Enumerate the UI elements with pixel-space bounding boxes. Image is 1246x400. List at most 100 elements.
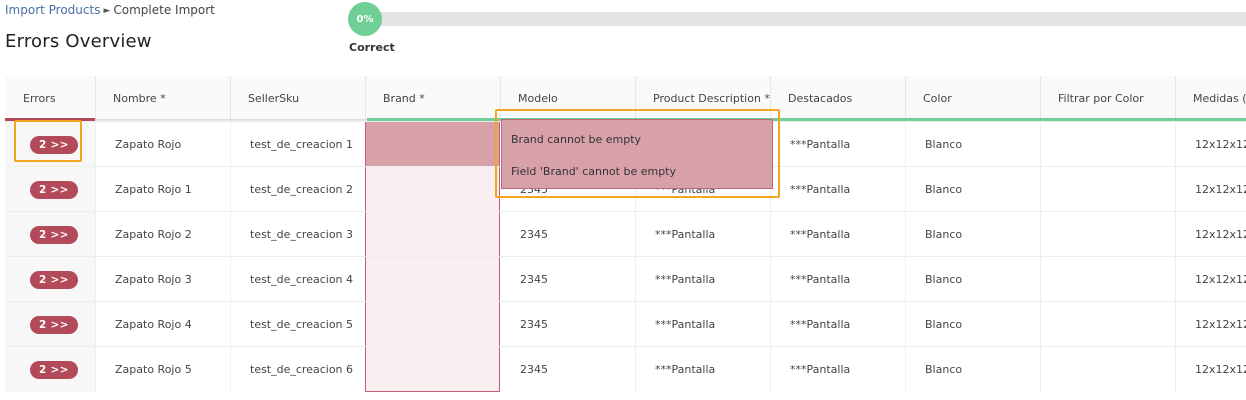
error-count-badge[interactable]: 2 >> — [30, 135, 78, 154]
header-brand[interactable]: Brand * — [365, 76, 500, 121]
header-filtrar-por-color[interactable]: Filtrar por Color — [1040, 76, 1175, 121]
cell-medidas: 12x12x12 — [1195, 363, 1246, 376]
brand-cell-error[interactable] — [365, 212, 500, 257]
column-divider — [1040, 302, 1041, 347]
error-count-badge[interactable]: 2 >> — [30, 270, 78, 289]
column-divider — [1175, 347, 1176, 392]
cell-filtrar — [1040, 257, 1175, 302]
column-divider — [770, 76, 771, 121]
breadcrumb-current: Complete Import — [113, 3, 215, 17]
table-row: 2 >> Zapato Rojo 5 test_de_creacion 6 2345 *… — [5, 346, 1246, 392]
errors-cell: 2 >> — [5, 122, 95, 167]
cell-color: Blanco — [925, 318, 963, 331]
header-sellersku[interactable]: SellerSku — [230, 76, 365, 121]
cell-nombre: Zapato Rojo 4 — [115, 318, 192, 331]
column-divider — [1040, 76, 1041, 121]
column-divider — [1175, 167, 1176, 212]
column-divider — [635, 302, 636, 347]
breadcrumb: Import Products ► Complete Import — [5, 3, 215, 17]
header-modelo[interactable]: Modelo — [500, 76, 635, 121]
error-count-badge[interactable]: 2 >> — [30, 225, 78, 244]
cell-nombre: Zapato Rojo 2 — [115, 228, 192, 241]
cell-nombre: Zapato Rojo 5 — [115, 363, 192, 376]
error-count-badge[interactable]: 2 >> — [30, 360, 78, 379]
column-divider — [905, 257, 906, 302]
cell-destacados: ***Pantalla — [790, 273, 851, 286]
progress-label: Correct — [349, 41, 395, 54]
cell-filtrar — [1040, 212, 1175, 257]
cell-destacados: ***Pantalla — [790, 138, 851, 151]
error-count-badge[interactable]: 2 >> — [30, 315, 78, 334]
cell-medidas: 12x12x12 — [1195, 183, 1246, 196]
cell-sellersku: test_de_creacion 4 — [250, 273, 354, 286]
error-count-badge[interactable]: 2 >> — [30, 180, 78, 199]
brand-cell-error[interactable] — [365, 167, 500, 212]
breadcrumb-separator-icon: ► — [103, 6, 111, 16]
column-divider — [95, 76, 96, 121]
cell-medidas: 12x12x12 — [1195, 138, 1246, 151]
column-divider — [905, 347, 906, 392]
column-divider — [95, 122, 96, 167]
column-divider — [770, 302, 771, 347]
breadcrumb-import-products-link[interactable]: Import Products — [5, 3, 100, 17]
column-divider — [905, 122, 906, 167]
table-row: 2 >> Zapato Rojo 3 test_de_creacion 4 2345 *… — [5, 256, 1246, 302]
cell-medidas: 12x12x12 — [1195, 273, 1246, 286]
column-divider — [95, 167, 96, 212]
cell-color: Blanco — [925, 138, 963, 151]
cell-sellersku: test_de_creacion 6 — [250, 363, 354, 376]
cell-sellersku: test_de_creacion 2 — [250, 183, 354, 196]
cell-sellersku: test_de_creacion 3 — [250, 228, 354, 241]
progress-percent-badge: 0% — [348, 2, 382, 36]
column-divider — [230, 122, 231, 167]
brand-cell-error[interactable] — [365, 302, 500, 347]
cell-sellersku: test_de_creacion 5 — [250, 318, 354, 331]
column-divider — [770, 347, 771, 392]
cell-modelo: 2345 — [520, 318, 548, 331]
header-nombre[interactable]: Nombre * — [95, 76, 230, 121]
cell-filtrar — [1040, 302, 1175, 347]
cell-color: Blanco — [925, 228, 963, 241]
column-divider — [1175, 257, 1176, 302]
brand-cell-error[interactable] — [365, 122, 500, 167]
cell-color: Blanco — [925, 363, 963, 376]
header-errors[interactable]: Errors — [5, 76, 95, 121]
table-row: 2 >> Zapato Rojo 2 test_de_creacion 3 2345 *… — [5, 211, 1246, 257]
cell-destacados: ***Pantalla — [790, 318, 851, 331]
header-medidas[interactable]: Medidas (L — [1175, 76, 1246, 121]
errors-cell: 2 >> — [5, 302, 95, 347]
column-divider — [905, 167, 906, 212]
cell-sellersku: test_de_creacion 1 — [250, 138, 354, 151]
tooltip-message: Brand cannot be empty — [511, 133, 642, 146]
table-row: 2 >> Zapato Rojo 4 test_de_creacion 5 2345 *… — [5, 301, 1246, 347]
column-divider — [1175, 212, 1176, 257]
cell-destacados: ***Pantalla — [790, 228, 851, 241]
cell-description: ***Pantalla — [655, 318, 716, 331]
tooltip-message: Field 'Brand' cannot be empty — [511, 165, 676, 178]
cell-modelo: 2345 — [520, 273, 548, 286]
column-divider — [500, 76, 501, 121]
column-divider — [230, 302, 231, 347]
brand-cell-error[interactable] — [365, 347, 500, 392]
import-errors-page: Import Products ► Complete Import Errors O… — [0, 0, 1246, 400]
column-divider — [635, 212, 636, 257]
column-divider — [1040, 347, 1041, 392]
cell-destacados: ***Pantalla — [790, 363, 851, 376]
cell-filtrar — [1040, 122, 1175, 167]
cell-color: Blanco — [925, 273, 963, 286]
column-divider — [1175, 76, 1176, 121]
header-product-description[interactable]: Product Description * — [635, 76, 770, 121]
column-divider — [770, 257, 771, 302]
header-color[interactable]: Color — [905, 76, 1040, 121]
column-divider — [905, 76, 906, 121]
brand-cell-error[interactable] — [365, 257, 500, 302]
errors-cell: 2 >> — [5, 167, 95, 212]
error-tooltip: Brand cannot be empty Field 'Brand' cann… — [501, 119, 773, 189]
column-divider — [905, 302, 906, 347]
cell-modelo: 2345 — [520, 363, 548, 376]
header-destacados[interactable]: Destacados — [770, 76, 905, 121]
column-divider — [635, 76, 636, 121]
cell-description: ***Pantalla — [655, 228, 716, 241]
errors-cell: 2 >> — [5, 257, 95, 302]
column-divider — [1040, 122, 1041, 167]
